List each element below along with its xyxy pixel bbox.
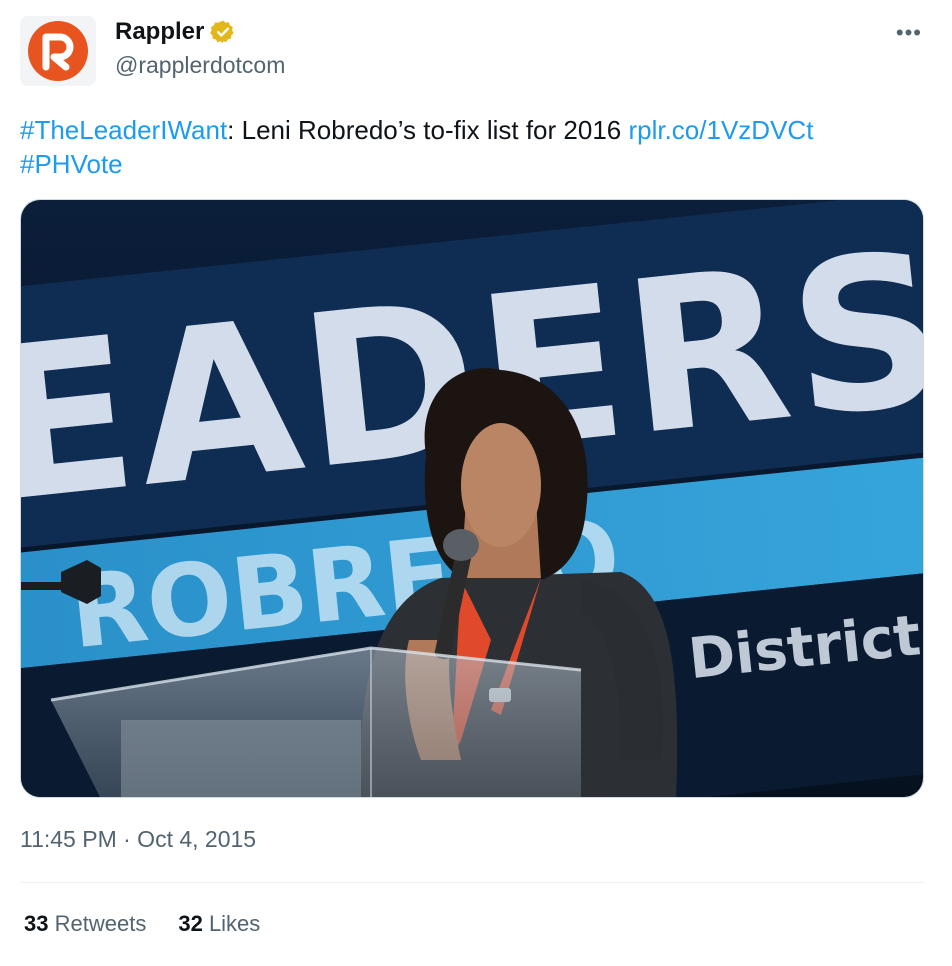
likes-label: Likes <box>208 911 261 936</box>
tweet-text: #TheLeaderIWant: Leni Robredo’s to-fix l… <box>20 113 925 181</box>
tweet-body-text: : Leni Robredo’s to-fix list for 2016 <box>227 115 629 145</box>
photo-illustration: EADERSHI ROBREDO District, Ho <box>21 200 923 797</box>
tweet-timestamp[interactable]: 11:45 PM · Oct 4, 2015 <box>20 826 256 853</box>
author-handle[interactable]: @rapplerdotcom <box>115 52 285 79</box>
avatar[interactable] <box>20 16 96 86</box>
retweets-stat[interactable]: 33 Retweets <box>24 911 146 937</box>
likes-stat[interactable]: 32 Likes <box>178 911 260 937</box>
rappler-logo-icon <box>28 21 88 81</box>
author-display-name[interactable]: Rappler <box>115 18 204 46</box>
likes-count: 32 <box>178 911 203 936</box>
hashtag-phvote[interactable]: #PHVote <box>20 149 123 179</box>
tweet-photo[interactable]: EADERSHI ROBREDO District, Ho <box>20 199 924 798</box>
hashtag-theleaderiwant[interactable]: #TheLeaderIWant <box>20 115 227 145</box>
verified-badge-icon <box>210 20 234 44</box>
divider <box>20 882 925 883</box>
author-name-row: Rappler <box>115 18 236 46</box>
more-options-icon[interactable]: ••• <box>896 22 922 44</box>
tweet-link[interactable]: rplr.co/1VzDVCt <box>628 115 813 145</box>
engagement-stats: 33 Retweets 32 Likes <box>24 911 260 937</box>
retweets-count: 33 <box>24 911 49 936</box>
retweets-label: Retweets <box>54 911 147 936</box>
